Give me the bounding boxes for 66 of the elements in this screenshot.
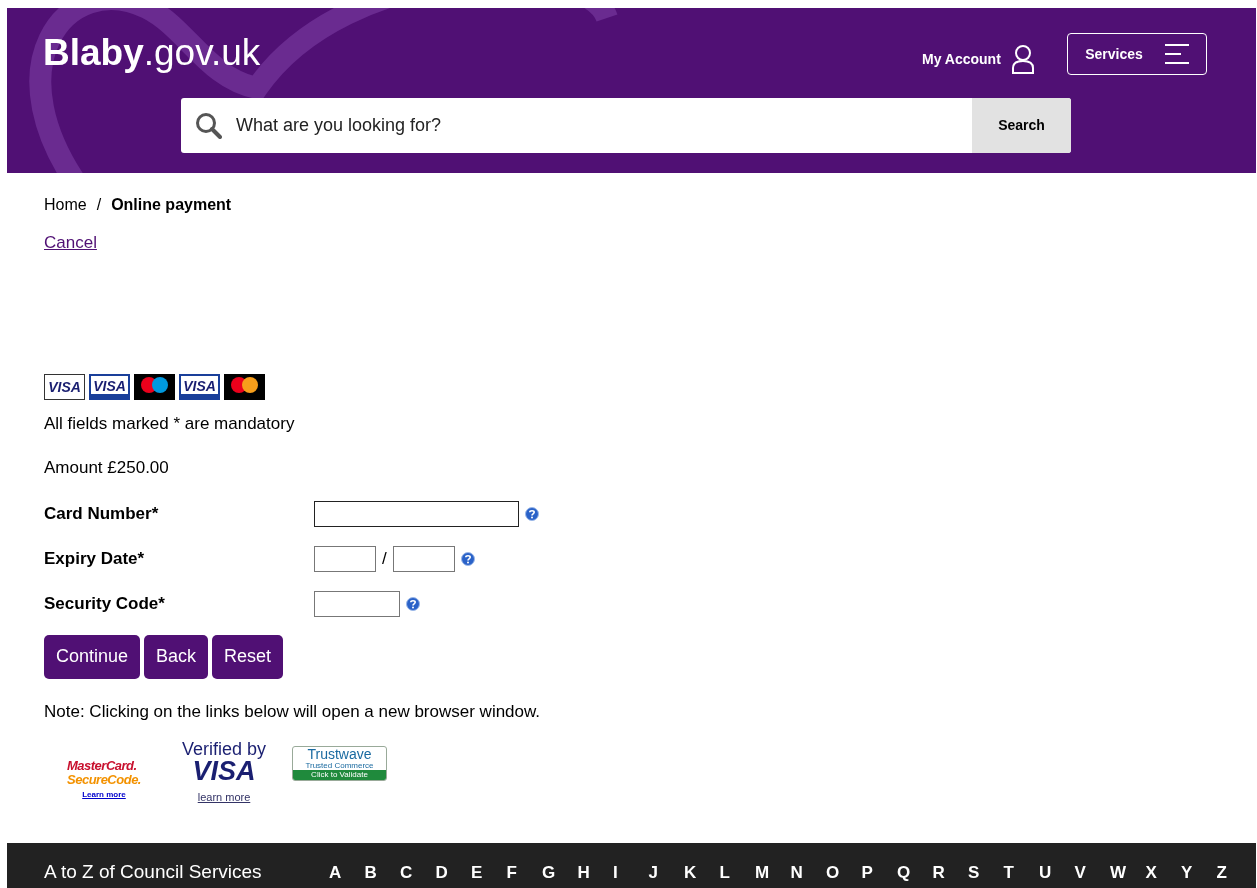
az-letter-link[interactable]: P: [861, 859, 897, 886]
form-button[interactable]: Continue: [44, 634, 141, 679]
site-logo[interactable]: Blaby.gov.uk: [43, 34, 261, 71]
breadcrumb-separator: /: [96, 195, 102, 215]
my-account-link[interactable]: My Account: [922, 44, 1035, 74]
learn-more-link[interactable]: learn more: [197, 789, 251, 806]
search-icon: [195, 112, 222, 139]
az-letter-link[interactable]: N: [790, 859, 826, 886]
az-letter-link[interactable]: E: [471, 859, 507, 886]
az-letter-link[interactable]: S: [968, 859, 1004, 886]
amount-text: Amount £250.00: [44, 457, 170, 479]
az-letter-link[interactable]: I: [613, 859, 649, 886]
az-letter-link[interactable]: A: [329, 859, 365, 886]
az-letter-link[interactable]: C: [400, 859, 436, 886]
az-letter-link[interactable]: O: [826, 859, 862, 886]
year-field[interactable]: [392, 545, 455, 572]
learn-more-link[interactable]: Learn more: [82, 789, 126, 801]
card-logo: [224, 373, 265, 400]
form-button[interactable]: Reset: [212, 634, 284, 679]
card-logo: VISA: [44, 373, 85, 400]
verified-by-visa-logo: Verified by VISA: [181, 740, 267, 785]
date-separator: /: [382, 547, 387, 570]
help-icon[interactable]: [460, 551, 475, 566]
az-letter-link[interactable]: D: [435, 859, 471, 886]
az-letter-link[interactable]: F: [506, 859, 542, 886]
card-logo: VISA: [89, 373, 130, 400]
field-label: Expiry Date*: [44, 547, 146, 570]
az-letter-link[interactable]: B: [364, 859, 400, 886]
card-logo: VISA: [179, 373, 220, 400]
menu-icon: [1164, 44, 1189, 64]
az-letter-link[interactable]: W: [1110, 859, 1146, 886]
field-label: Card Number*: [44, 502, 160, 525]
footer-title: A to Z of Council Services: [44, 860, 263, 885]
az-letter-link[interactable]: Y: [1181, 859, 1217, 886]
field-label: Security Code*: [44, 592, 166, 615]
az-letter-link[interactable]: U: [1039, 859, 1075, 886]
az-letter-link[interactable]: K: [684, 859, 720, 886]
user-icon: [1010, 44, 1035, 74]
services-button[interactable]: Services: [1067, 33, 1207, 75]
help-icon[interactable]: [525, 506, 539, 521]
az-letter-link[interactable]: X: [1145, 859, 1181, 886]
search-button[interactable]: Search: [972, 98, 1071, 153]
card-number-field[interactable]: [314, 500, 519, 527]
az-letter-link[interactable]: G: [542, 859, 578, 886]
az-letter-link[interactable]: Z: [1216, 859, 1252, 886]
az-letter-link[interactable]: M: [755, 859, 791, 886]
az-letter-link[interactable]: V: [1074, 859, 1110, 886]
az-letter-link[interactable]: J: [648, 859, 684, 886]
trustwave-seal[interactable]: Trustwave Trusted Commerce Click to Validate: [292, 746, 387, 782]
cancel-link[interactable]: Cancel: [44, 230, 97, 256]
az-letter-link[interactable]: T: [1003, 859, 1039, 886]
search-field[interactable]: What are you looking for? Search: [181, 98, 1071, 153]
securecode-logo: MasterCard. SecureCode.: [67, 759, 141, 787]
breadcrumb-link[interactable]: Home: [44, 193, 87, 217]
help-icon[interactable]: [406, 596, 420, 611]
month-field[interactable]: [314, 545, 376, 572]
form-button[interactable]: Back: [144, 634, 209, 679]
az-letter-link[interactable]: H: [577, 859, 613, 886]
mandatory-note: All fields marked * are mandatory: [44, 412, 296, 435]
breadcrumb-current: Online payment: [111, 195, 232, 215]
security-code-field[interactable]: [314, 590, 400, 617]
az-letter-link[interactable]: Q: [897, 859, 933, 886]
az-letter-link[interactable]: L: [719, 859, 755, 886]
az-letter-link[interactable]: R: [932, 859, 968, 886]
links-note: Note: Clicking on the links below will open a new browser window.: [44, 700, 542, 723]
card-logo: [134, 373, 175, 400]
